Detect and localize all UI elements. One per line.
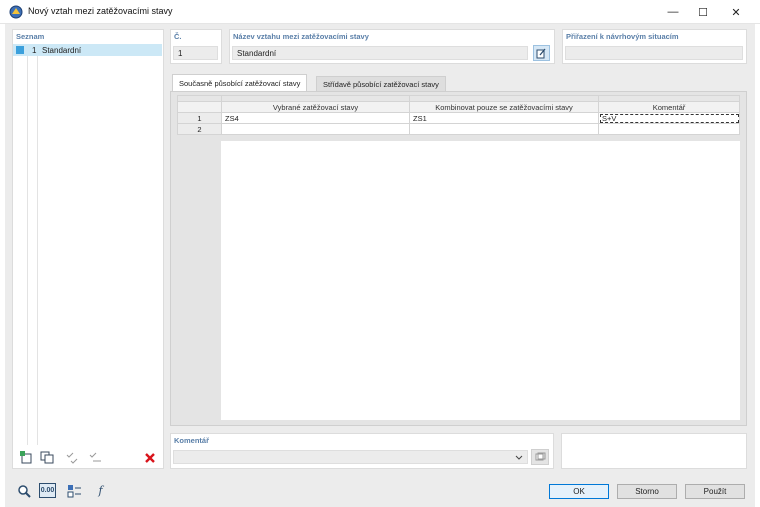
- row-number-header: [177, 101, 222, 113]
- number-field[interactable]: 1: [173, 46, 218, 60]
- table-row: 2: [177, 123, 740, 135]
- maximize-button[interactable]: ☐: [686, 0, 720, 24]
- selected-cases-cell[interactable]: ZS4: [221, 112, 410, 124]
- window-title: Nový vztah mezi zatěžovacími stavy: [28, 6, 173, 16]
- assign-field[interactable]: [565, 46, 743, 60]
- list-item-number: 1: [32, 46, 37, 55]
- search-icon[interactable]: [15, 483, 32, 498]
- app-icon: [9, 5, 23, 19]
- comment-dropdown[interactable]: [173, 450, 528, 464]
- library-icon: [535, 452, 545, 461]
- selected-cases-cell[interactable]: [221, 123, 410, 135]
- tab-alternating[interactable]: Střídavě působící zatěžovací stavy: [316, 76, 446, 91]
- formula-icon[interactable]: f: [92, 483, 109, 498]
- close-window-button[interactable]: ✕: [719, 0, 753, 24]
- list-tree-line: [37, 56, 38, 445]
- apply-button[interactable]: Použít: [685, 484, 745, 499]
- edit-name-button[interactable]: [533, 45, 550, 61]
- check-items-icon[interactable]: [63, 450, 80, 465]
- combine-with-cell[interactable]: [409, 123, 599, 135]
- name-label: Název vztahu mezi zatěžovacími stavy: [233, 32, 369, 41]
- column-header-comment: Komentář: [598, 101, 740, 113]
- number-label: Č.: [174, 32, 182, 41]
- comment-label: Komentář: [174, 436, 210, 445]
- row-number: 1: [177, 112, 222, 124]
- comment-cell[interactable]: S+V: [598, 112, 740, 124]
- column-header-selected: Vybrané zatěžovací stavy: [221, 101, 410, 113]
- assign-label: Přiřazení k návrhovým situacím: [566, 32, 679, 41]
- comment-library-button[interactable]: [531, 449, 549, 465]
- new-item-icon[interactable]: [17, 450, 34, 465]
- combine-with-cell[interactable]: ZS1: [409, 112, 599, 124]
- delete-icon[interactable]: [141, 450, 158, 465]
- uncheck-items-icon[interactable]: [86, 450, 103, 465]
- copy-item-icon[interactable]: [38, 450, 55, 465]
- table-empty-area: [221, 141, 740, 420]
- comment-cell[interactable]: [598, 123, 740, 135]
- tab-simultaneous[interactable]: Současně působící zatěžovací stavy: [172, 74, 308, 91]
- table-tools-icon[interactable]: [66, 483, 83, 498]
- list-panel: [12, 29, 164, 469]
- list-item-color-icon: [16, 46, 24, 54]
- edit-icon: [536, 48, 546, 58]
- comment-side-panel: [561, 433, 747, 469]
- list-item-standard[interactable]: Standardní: [42, 46, 81, 55]
- cancel-button[interactable]: Storno: [617, 484, 677, 499]
- name-field[interactable]: Standardní: [232, 46, 528, 60]
- row-number: 2: [177, 123, 222, 135]
- list-tree-line: [27, 56, 28, 445]
- minimize-button[interactable]: —: [656, 0, 690, 24]
- chevron-down-icon: [515, 455, 523, 460]
- title-bar: Nový vztah mezi zatěžovacími stavy — ☐ ✕: [0, 0, 760, 24]
- table-row: 1 ZS4 ZS1 S+V: [177, 112, 740, 124]
- load-case-table: Vybrané zatěžovací stavy Kombinovat pouz…: [177, 95, 740, 135]
- column-header-combine: Kombinovat pouze se zatěžovacími stavy: [409, 101, 599, 113]
- units-icon[interactable]: 0.00: [39, 483, 56, 498]
- list-header: Seznam: [16, 32, 45, 41]
- ok-button[interactable]: OK: [549, 484, 609, 499]
